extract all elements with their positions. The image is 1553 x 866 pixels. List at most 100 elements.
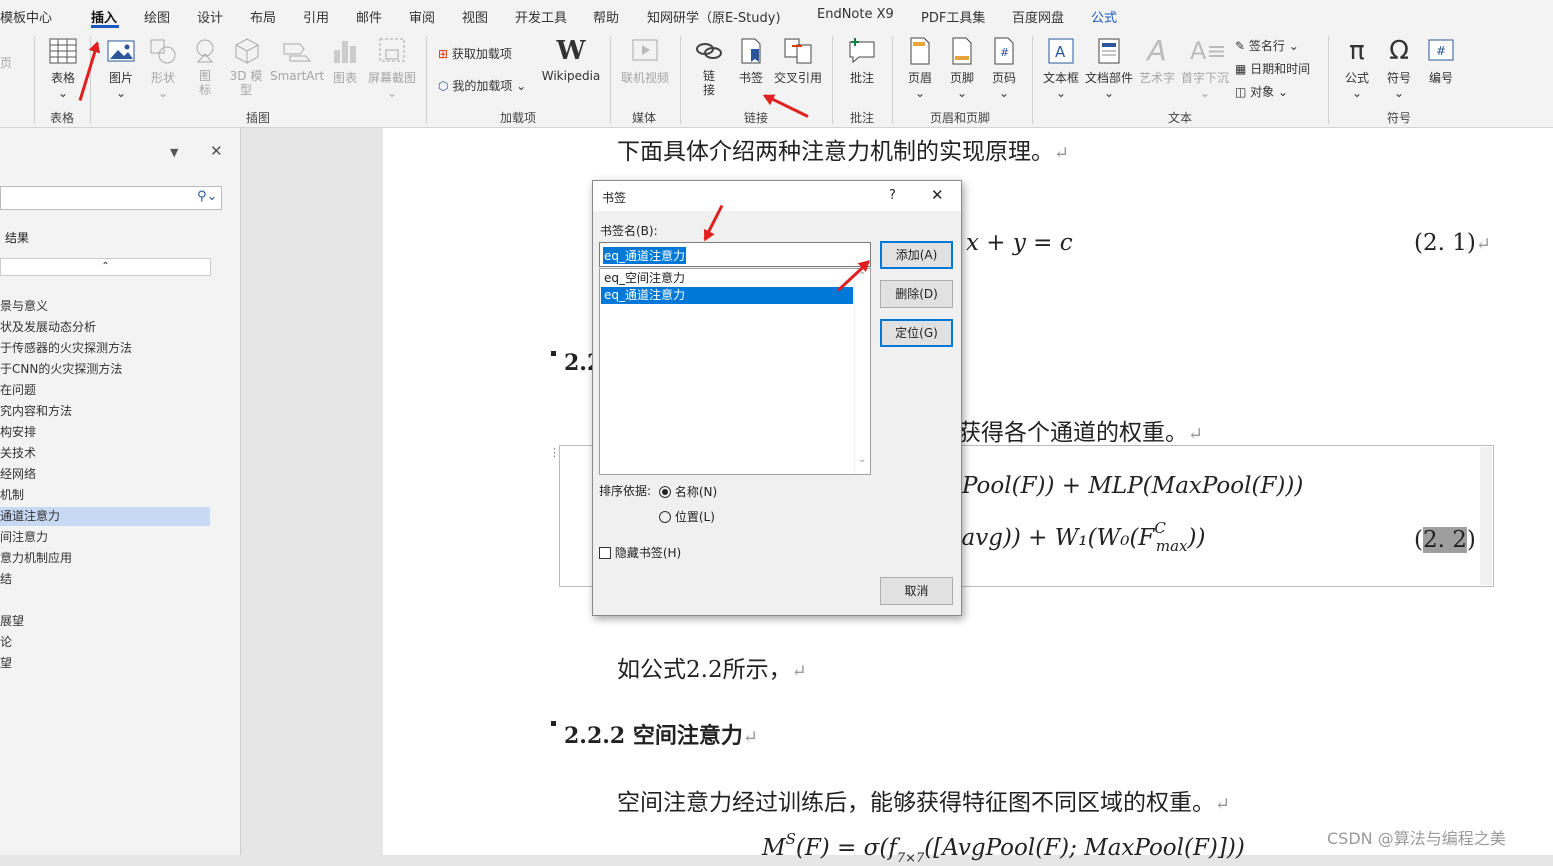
equation-label: 公式 bbox=[1344, 71, 1369, 85]
bookmark-list[interactable]: eq_空间注意力 eq_通道注意力 ⌃ ⌄ bbox=[599, 268, 871, 475]
table-button[interactable]: 表格 ⌄ bbox=[44, 36, 82, 100]
equation-scrollbar[interactable] bbox=[1480, 447, 1492, 585]
tab-14[interactable]: 百度网盘 bbox=[1012, 7, 1064, 26]
get-addins-button[interactable]: ⊞ 获取加载项 bbox=[438, 45, 512, 62]
paragraph-channel: 获得各个通道的权重。↵ bbox=[958, 420, 1204, 446]
page-number-label: 页码 bbox=[991, 71, 1016, 85]
textbox-button[interactable]: A 文本框 ⌄ bbox=[1040, 36, 1082, 100]
quick-parts-label: 文档部件 bbox=[1084, 71, 1133, 85]
store-icon: ⊞ bbox=[438, 47, 449, 61]
picture-button[interactable]: 图片 ⌄ bbox=[102, 36, 140, 100]
icons-button[interactable]: 图标 bbox=[188, 36, 222, 97]
nav-heading-item[interactable]: 结 bbox=[0, 570, 210, 589]
online-video-button[interactable]: 联机视频 bbox=[618, 36, 672, 86]
smartart-label: SmartArt bbox=[270, 69, 325, 83]
tab-13[interactable]: PDF工具集 bbox=[921, 7, 985, 26]
bookmark-name-label: 书签名(B): bbox=[600, 224, 658, 238]
group-symbols-label: 符号 bbox=[1387, 111, 1412, 125]
list-scrollbar[interactable]: ⌃ ⌄ bbox=[854, 269, 870, 474]
tab-10[interactable]: 帮助 bbox=[593, 7, 619, 26]
tab-2[interactable]: 绘图 bbox=[144, 7, 170, 26]
nav-heading-item[interactable]: 状及发展动态分析 bbox=[0, 318, 210, 337]
nav-heading-item[interactable]: 于CNN的火灾探测方法 bbox=[0, 360, 210, 379]
tab-0[interactable]: 模板中心 bbox=[0, 7, 52, 26]
my-addins-button[interactable]: ⬡ 我的加载项 ⌄ bbox=[438, 77, 526, 94]
sort-by-name-radio[interactable]: 名称(N) bbox=[659, 483, 717, 500]
cancel-button[interactable]: 取消 bbox=[880, 577, 953, 605]
nav-heading-item[interactable]: 机制 bbox=[0, 486, 210, 505]
tab-11[interactable]: 知网研学（原E-Study) bbox=[647, 7, 781, 26]
page-number-button[interactable]: # 页码 ⌄ bbox=[986, 36, 1022, 100]
hidden-bookmarks-checkbox[interactable]: 隐藏书签(H) bbox=[599, 544, 681, 561]
equation-handle-icon[interactable]: ⋮ bbox=[549, 446, 560, 459]
wordart-button[interactable]: A 艺术字 bbox=[1137, 36, 1177, 86]
nav-heading-item[interactable]: 在问题 bbox=[0, 381, 210, 400]
nav-heading-item[interactable]: 间注意力 bbox=[0, 528, 210, 547]
3d-models-button[interactable]: 3D 模型 bbox=[228, 36, 266, 97]
header-button[interactable]: 页眉 ⌄ bbox=[902, 36, 938, 100]
tab-12[interactable]: EndNote X9 bbox=[817, 7, 894, 22]
nav-heading-item[interactable]: 经网络 bbox=[0, 465, 210, 484]
quick-parts-button[interactable]: 文档部件 ⌄ bbox=[1084, 36, 1134, 100]
goto-button[interactable]: 定位(G) bbox=[880, 319, 953, 347]
nav-heading-item[interactable]: 意力机制应用 bbox=[0, 549, 210, 568]
pane-options-icon[interactable]: ▼ bbox=[170, 146, 178, 159]
menu-bar: 模板中心 插入 绘图 设计 布局 引用 邮件 审阅 视图 开发工具 帮助 知网研学（原E-Study)… bbox=[0, 0, 1553, 30]
tab-4[interactable]: 布局 bbox=[250, 7, 276, 26]
shapes-button[interactable]: 形状 ⌄ bbox=[146, 36, 180, 100]
nav-heading-item[interactable] bbox=[0, 591, 210, 610]
bookmark-button[interactable]: 书签 bbox=[734, 36, 768, 86]
bookmark-list-item[interactable]: eq_通道注意力 bbox=[601, 287, 853, 304]
signature-line-button[interactable]: ✎ 签名行 ⌄ bbox=[1235, 37, 1299, 54]
tab-6[interactable]: 邮件 bbox=[356, 7, 382, 26]
header-icon bbox=[910, 37, 930, 65]
nav-heading-item[interactable]: 通道注意力 bbox=[0, 507, 210, 526]
tab-15[interactable]: 公式 bbox=[1091, 7, 1117, 26]
nav-heading-item[interactable]: 究内容和方法 bbox=[0, 402, 210, 421]
nav-heading-item[interactable]: 论 bbox=[0, 633, 210, 652]
help-button[interactable]: ? bbox=[889, 188, 896, 203]
tab-8[interactable]: 视图 bbox=[462, 7, 488, 26]
tab-7[interactable]: 审阅 bbox=[409, 7, 435, 26]
picture-icon bbox=[107, 40, 135, 62]
search-input[interactable]: ⚲⌄ bbox=[0, 186, 222, 210]
equation-3: MS(F) = σ(f7×7([AvgPool(F); MaxPool(F)])… bbox=[762, 830, 1245, 866]
group-text-label: 文本 bbox=[1168, 111, 1193, 125]
comment-button[interactable]: 批注 bbox=[844, 36, 880, 86]
footer-button[interactable]: 页脚 ⌄ bbox=[944, 36, 980, 100]
equation-button[interactable]: π 公式 ⌄ bbox=[1338, 36, 1376, 100]
textbox-icon: A bbox=[1048, 38, 1074, 64]
pages-button-partial[interactable]: 页 bbox=[0, 54, 12, 71]
screenshot-button[interactable]: 屏幕截图 ⌄ bbox=[366, 36, 418, 100]
collapse-up-button[interactable]: ⌃ bbox=[0, 258, 211, 276]
add-button[interactable]: 添加(A) bbox=[880, 241, 953, 269]
tab-5[interactable]: 引用 bbox=[303, 7, 329, 26]
smartart-button[interactable]: SmartArt bbox=[270, 36, 325, 83]
chart-button[interactable]: 图表 bbox=[328, 36, 362, 86]
sort-by-position-radio[interactable]: 位置(L) bbox=[659, 508, 715, 525]
delete-button[interactable]: 删除(D) bbox=[880, 280, 953, 308]
nav-heading-item[interactable]: 景与意义 bbox=[0, 297, 210, 316]
dialog-close-button[interactable]: ✕ bbox=[931, 186, 944, 204]
numbering-button[interactable]: # 编号 bbox=[1422, 36, 1460, 86]
symbol-button[interactable]: Ω 符号 ⌄ bbox=[1380, 36, 1418, 100]
wikipedia-button[interactable]: W Wikipedia bbox=[540, 36, 602, 83]
heading-bullet bbox=[551, 351, 556, 356]
tab-9[interactable]: 开发工具 bbox=[515, 7, 567, 26]
nav-heading-item[interactable]: 关技术 bbox=[0, 444, 210, 463]
nav-heading-item[interactable]: 于传感器的火灾探测方法 bbox=[0, 339, 210, 358]
tab-3[interactable]: 设计 bbox=[197, 7, 223, 26]
nav-heading-item[interactable]: 望 bbox=[0, 654, 210, 673]
bookmark-list-item[interactable]: eq_空间注意力 bbox=[601, 270, 853, 287]
link-button[interactable]: 链接 bbox=[690, 36, 728, 97]
drop-cap-button[interactable]: A≡ 首字下沉 ⌄ bbox=[1179, 36, 1231, 100]
object-button[interactable]: ◫ 对象 ⌄ bbox=[1235, 83, 1288, 100]
bookmark-name-input[interactable]: eq_通道注意力 bbox=[599, 242, 871, 267]
cross-reference-button[interactable]: 交叉引用 bbox=[772, 36, 824, 86]
date-time-button[interactable]: ▦ 日期和时间 bbox=[1235, 60, 1310, 77]
nav-heading-item[interactable]: 构安排 bbox=[0, 423, 210, 442]
signature-icon: ✎ bbox=[1235, 39, 1246, 53]
close-icon[interactable]: ✕ bbox=[210, 142, 223, 160]
nav-heading-item[interactable]: 展望 bbox=[0, 612, 210, 631]
tab-1[interactable]: 插入 bbox=[91, 7, 117, 26]
